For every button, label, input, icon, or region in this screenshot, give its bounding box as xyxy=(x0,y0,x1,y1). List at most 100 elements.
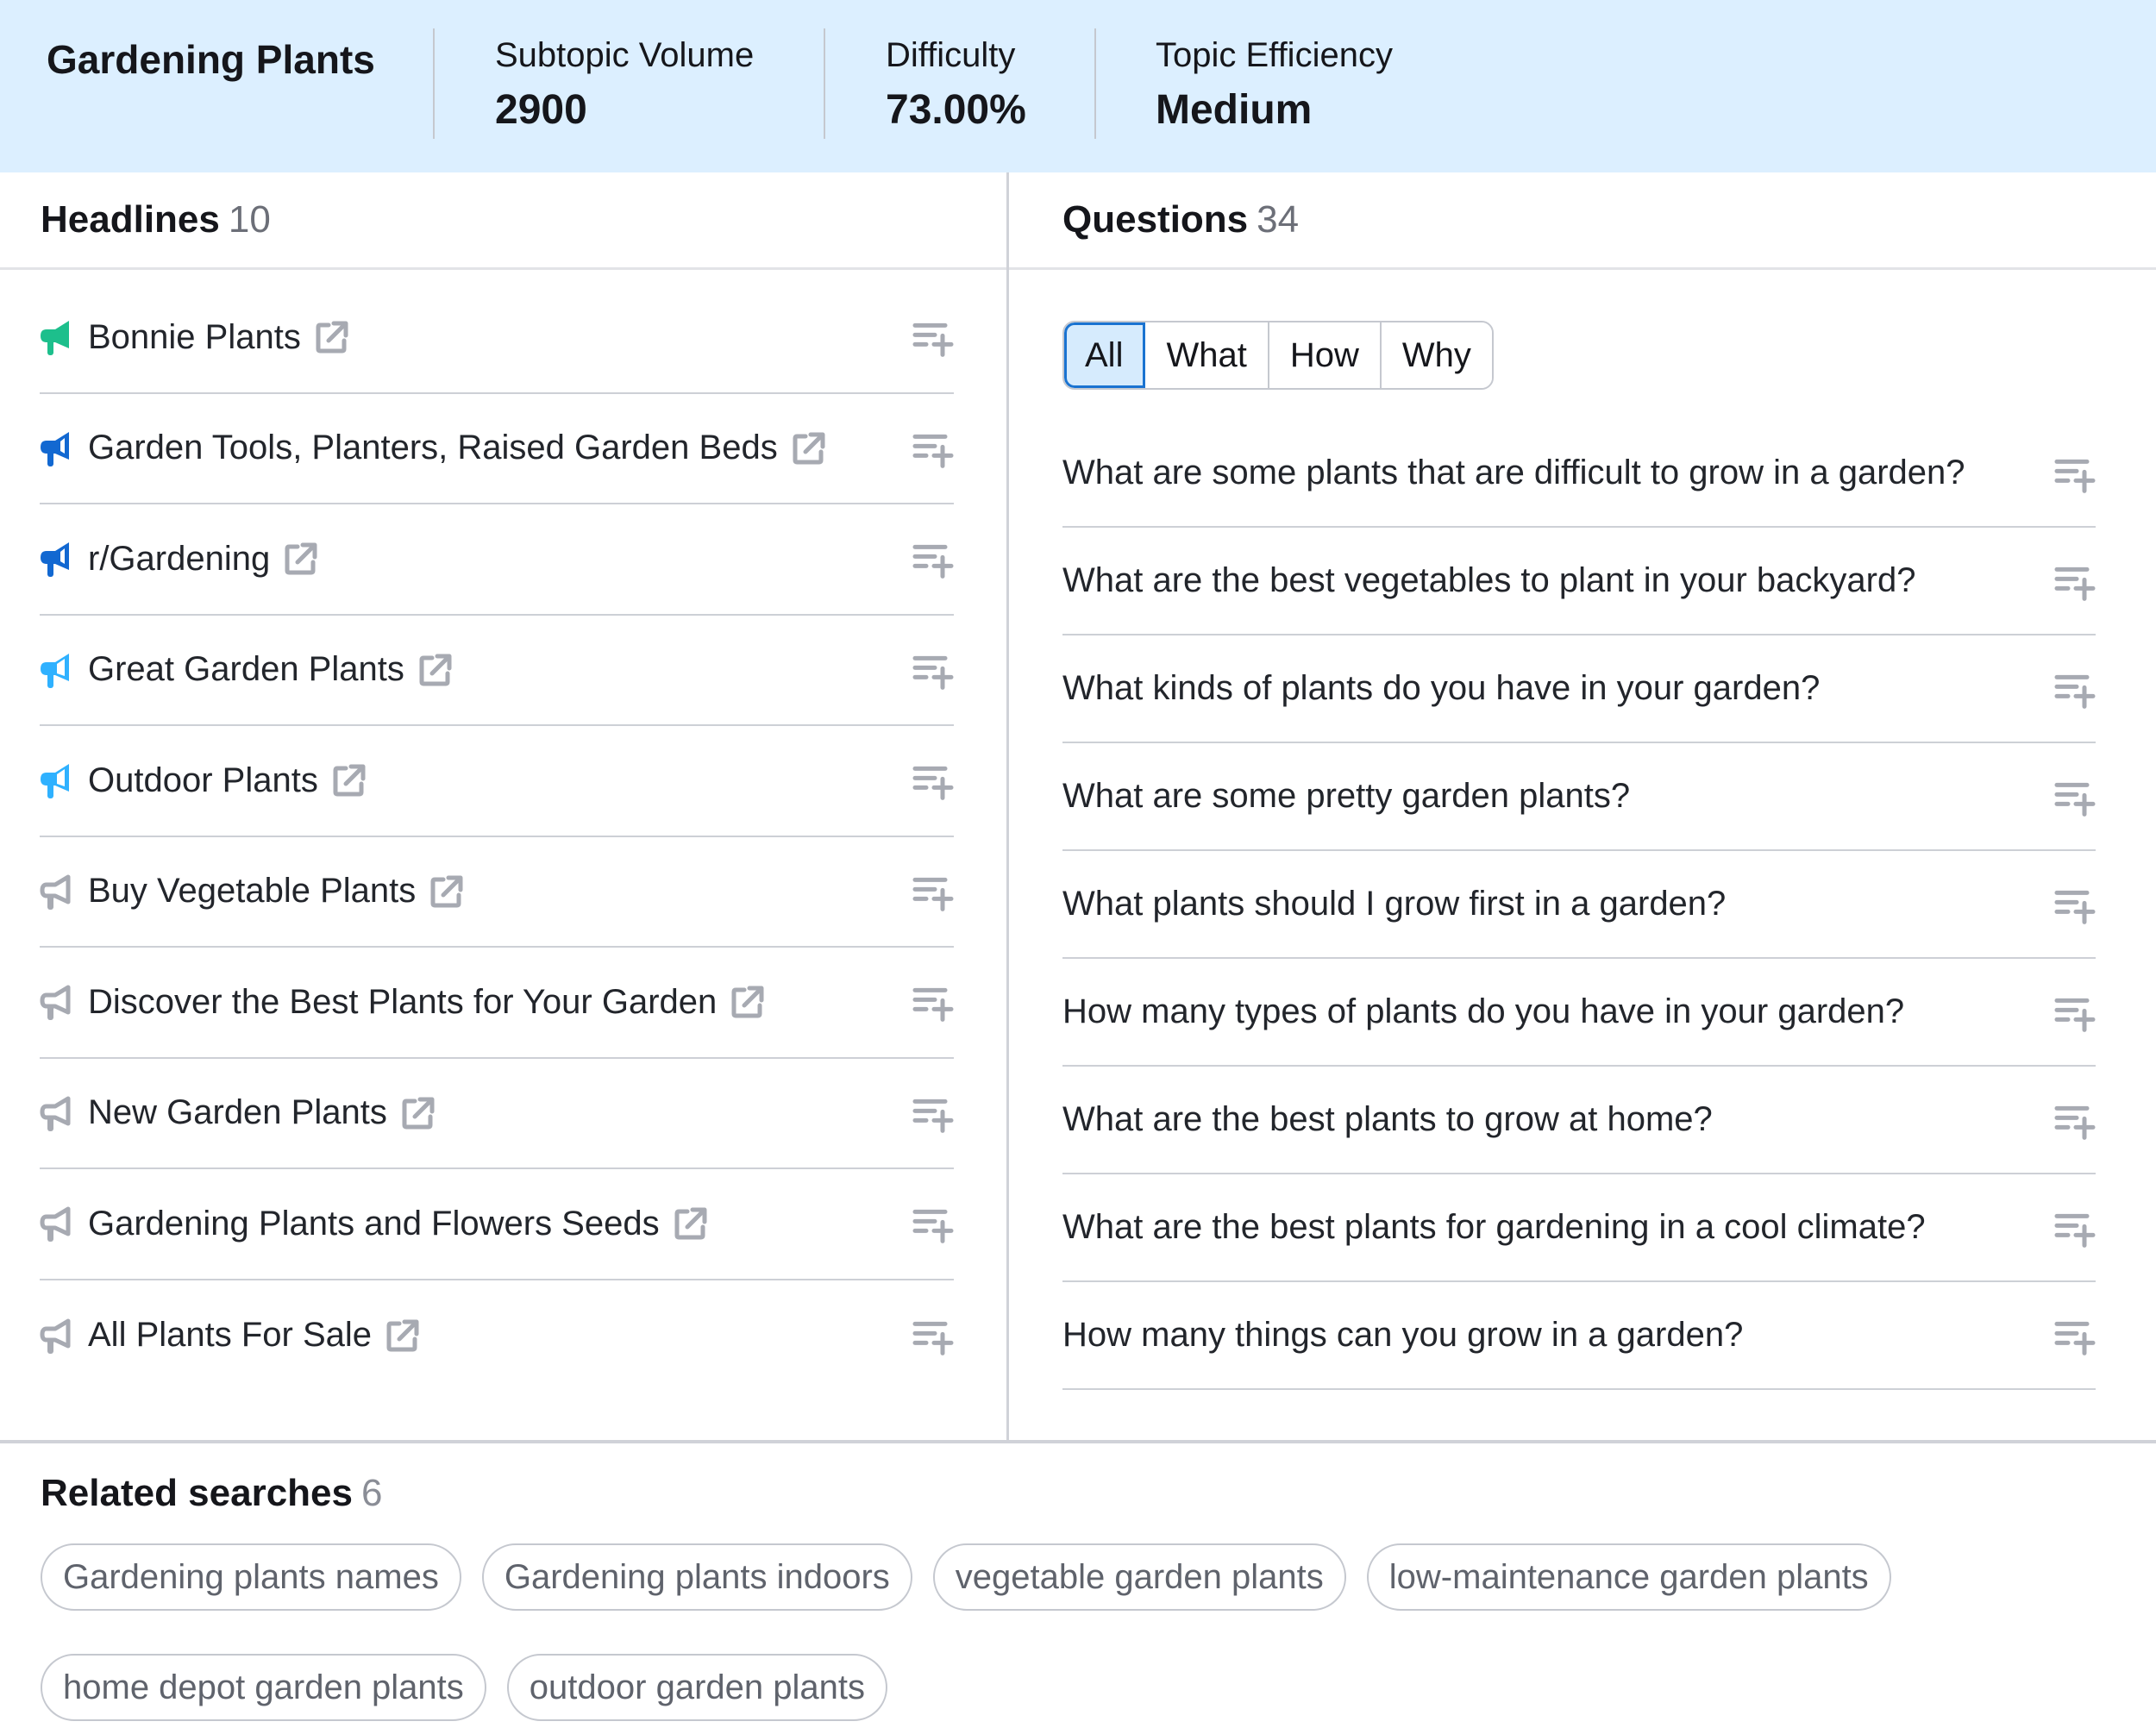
headline-row: Buy Vegetable Plants xyxy=(40,837,954,948)
section-divider xyxy=(0,1440,2156,1443)
headlines-title-label: Headlines xyxy=(41,198,220,241)
add-to-list-icon[interactable] xyxy=(912,654,954,692)
add-to-list-icon[interactable] xyxy=(2054,1212,2096,1250)
topic-summary-bar: Gardening Plants Subtopic Volume 2900 Di… xyxy=(0,0,2156,172)
megaphone-icon xyxy=(40,651,74,689)
add-to-list-icon[interactable] xyxy=(2054,781,2096,819)
question-row: What are the best plants to grow at home… xyxy=(1062,1067,2096,1174)
headline-text: Great Garden Plants xyxy=(88,650,404,689)
filter-tab-all[interactable]: All xyxy=(1064,322,1146,388)
add-to-list-icon[interactable] xyxy=(2054,997,2096,1035)
add-to-list-icon[interactable] xyxy=(912,987,954,1025)
related-search-chip[interactable]: outdoor garden plants xyxy=(506,1654,887,1721)
external-link-icon[interactable] xyxy=(674,1206,708,1241)
headline-text: New Garden Plants xyxy=(88,1093,387,1132)
filter-tab-how[interactable]: How xyxy=(1269,322,1382,388)
question-text: What are some pretty garden plants? xyxy=(1062,777,1631,815)
megaphone-icon xyxy=(40,429,74,467)
related-search-chip[interactable]: Gardening plants indoors xyxy=(481,1543,912,1611)
add-to-list-icon[interactable] xyxy=(2054,673,2096,711)
add-to-list-icon[interactable] xyxy=(912,433,954,471)
metric-difficulty: Difficulty 73.00% xyxy=(886,28,1026,138)
headline-row: Outdoor Plants xyxy=(40,726,954,837)
questions-title: Questions 34 xyxy=(1062,198,1299,241)
related-search-chip[interactable]: low-maintenance garden plants xyxy=(1366,1543,1891,1611)
add-to-list-icon[interactable] xyxy=(2054,458,2096,496)
add-to-list-icon[interactable] xyxy=(2054,1105,2096,1142)
add-to-list-icon[interactable] xyxy=(2054,566,2096,604)
headlines-count: 10 xyxy=(228,198,271,241)
add-to-list-icon[interactable] xyxy=(912,1320,954,1358)
external-link-icon[interactable] xyxy=(315,320,349,354)
related-searches-title: Related searches 6 xyxy=(41,1472,382,1515)
add-to-list-icon[interactable] xyxy=(912,322,954,360)
question-row: What are some plants that are difficult … xyxy=(1062,420,2096,528)
headline-text: Outdoor Plants xyxy=(88,761,318,799)
headline-text: All Plants For Sale xyxy=(88,1316,373,1355)
headline-row: New Garden Plants xyxy=(40,1059,954,1169)
add-to-list-icon[interactable] xyxy=(912,876,954,914)
question-text: What are some plants that are difficult … xyxy=(1062,454,1965,491)
metric-value: Medium xyxy=(1156,87,1313,133)
external-link-icon[interactable] xyxy=(284,541,318,576)
related-searches-chips: Gardening plants names Gardening plants i… xyxy=(41,1543,2110,1721)
related-count: 6 xyxy=(361,1472,383,1514)
question-row: What are some pretty garden plants? xyxy=(1062,743,2096,851)
question-row: How many types of plants do you have in … xyxy=(1062,959,2096,1067)
external-link-icon[interactable] xyxy=(401,1096,436,1130)
question-row: What are the best vegetables to plant in… xyxy=(1062,528,2096,635)
question-text: What kinds of plants do you have in your… xyxy=(1062,669,1821,707)
headline-row: Bonnie Plants xyxy=(40,283,954,394)
external-link-icon[interactable] xyxy=(385,1318,420,1353)
headline-row: Discover the Best Plants for Your Garden xyxy=(40,948,954,1059)
megaphone-icon xyxy=(40,318,74,356)
question-filter-tabs: All What How Why xyxy=(1062,321,1494,390)
external-link-icon[interactable] xyxy=(332,763,367,798)
metric-label: Subtopic Volume xyxy=(495,36,755,74)
megaphone-outline-icon xyxy=(40,873,74,911)
summary-divider xyxy=(824,28,825,139)
external-link-icon[interactable] xyxy=(730,985,765,1019)
questions-title-label: Questions xyxy=(1062,198,1249,241)
headline-row: Great Garden Plants xyxy=(40,616,954,726)
related-search-chip[interactable]: Gardening plants names xyxy=(41,1543,461,1611)
filter-tab-why[interactable]: Why xyxy=(1381,322,1492,388)
question-text: What are the best plants for gardening i… xyxy=(1062,1208,1926,1246)
topic-title: Gardening Plants xyxy=(47,37,375,82)
question-row: How many things can you grow in a garden… xyxy=(1062,1282,2096,1390)
questions-count: 34 xyxy=(1257,198,1300,241)
headlines-list: Bonnie Plants Garden Tools, Planters, Ra… xyxy=(40,283,954,1391)
add-to-list-icon[interactable] xyxy=(912,1098,954,1136)
external-link-icon[interactable] xyxy=(418,653,453,687)
headline-text: Discover the Best Plants for Your Garden xyxy=(88,982,718,1021)
megaphone-icon xyxy=(40,761,74,799)
questions-list: What are some plants that are difficult … xyxy=(1062,420,2096,1390)
related-search-chip[interactable]: vegetable garden plants xyxy=(932,1543,1346,1611)
headline-text: Gardening Plants and Flowers Seeds xyxy=(88,1204,660,1243)
headlines-title: Headlines 10 xyxy=(41,198,271,241)
question-text: What are the best plants to grow at home… xyxy=(1062,1100,1713,1138)
question-row: What kinds of plants do you have in your… xyxy=(1062,635,2096,743)
add-to-list-icon[interactable] xyxy=(2054,889,2096,927)
filter-tab-what[interactable]: What xyxy=(1145,322,1269,388)
question-row: What are the best plants for gardening i… xyxy=(1062,1174,2096,1282)
megaphone-icon xyxy=(40,540,74,578)
add-to-list-icon[interactable] xyxy=(912,544,954,582)
question-row: What plants should I grow first in a gar… xyxy=(1062,851,2096,959)
metric-topic-efficiency: Topic Efficiency Medium xyxy=(1156,28,1393,138)
external-link-icon[interactable] xyxy=(429,874,464,909)
headline-row: Garden Tools, Planters, Raised Garden Be… xyxy=(40,394,954,504)
metric-value: 2900 xyxy=(495,87,587,133)
related-title-label: Related searches xyxy=(41,1472,353,1514)
external-link-icon[interactable] xyxy=(792,431,826,466)
megaphone-outline-icon xyxy=(40,1094,74,1132)
headline-text: Buy Vegetable Plants xyxy=(88,872,417,911)
related-search-chip[interactable]: home depot garden plants xyxy=(41,1654,486,1721)
question-text: What are the best vegetables to plant in… xyxy=(1062,561,1916,599)
add-to-list-icon[interactable] xyxy=(912,1209,954,1247)
add-to-list-icon[interactable] xyxy=(2054,1320,2096,1358)
question-text: How many things can you grow in a garden… xyxy=(1062,1316,1744,1354)
headline-text: r/Gardening xyxy=(88,539,271,578)
summary-divider xyxy=(1094,28,1096,139)
add-to-list-icon[interactable] xyxy=(912,766,954,804)
